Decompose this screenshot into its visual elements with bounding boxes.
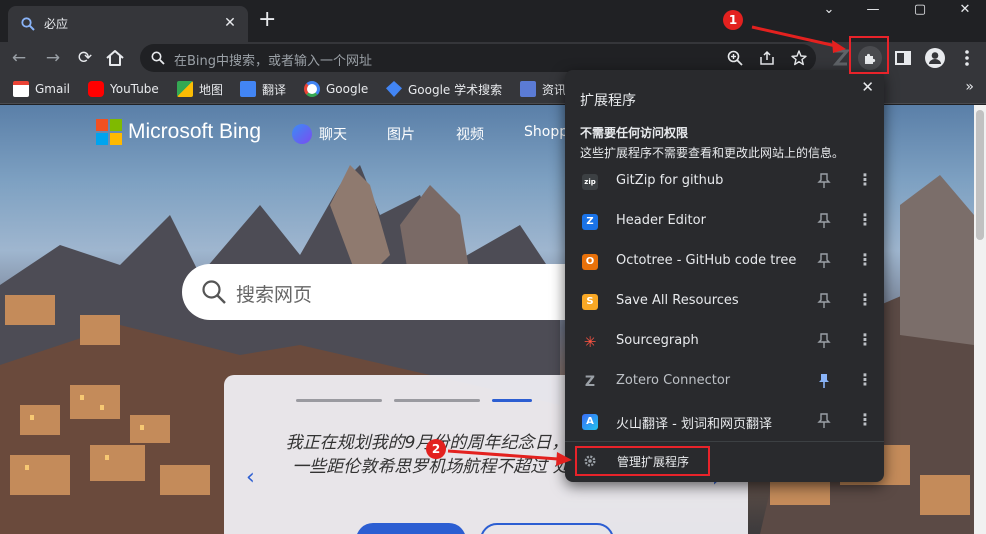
step-badge-1: 1 xyxy=(723,10,743,30)
browser-window: 必应 ✕ + ⌄ — ▢ ✕ ← → ⟳ 在Bing中搜索，或者输入一个网址 G… xyxy=(0,0,986,534)
annotation-arrows xyxy=(447,25,846,466)
step-badge-2: 2 xyxy=(426,439,446,459)
